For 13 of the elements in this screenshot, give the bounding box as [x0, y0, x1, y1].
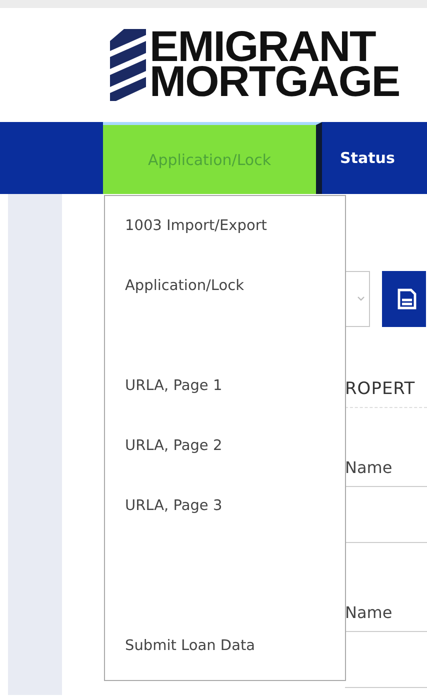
nav-tab[interactable]: Status: [322, 122, 413, 194]
chevron-icon: [357, 296, 365, 302]
stripes-icon: [110, 29, 146, 101]
document-button[interactable]: [382, 271, 426, 327]
menu-item[interactable]: Submit Loan Data: [105, 616, 345, 676]
menu-item[interactable]: Application/Lock: [105, 256, 345, 316]
menu-item[interactable]: URLA, Page 1: [105, 356, 345, 416]
menu-item[interactable]: 1003 Import/Export: [105, 196, 345, 256]
menu-item[interactable]: URLA, Page 2: [105, 416, 345, 476]
logo-text: MORTGAGE: [150, 65, 400, 100]
logo-text: EMIGRANT: [150, 30, 376, 65]
document-icon: [397, 288, 417, 310]
menu-item[interactable]: URLA, Page 3: [105, 476, 345, 536]
